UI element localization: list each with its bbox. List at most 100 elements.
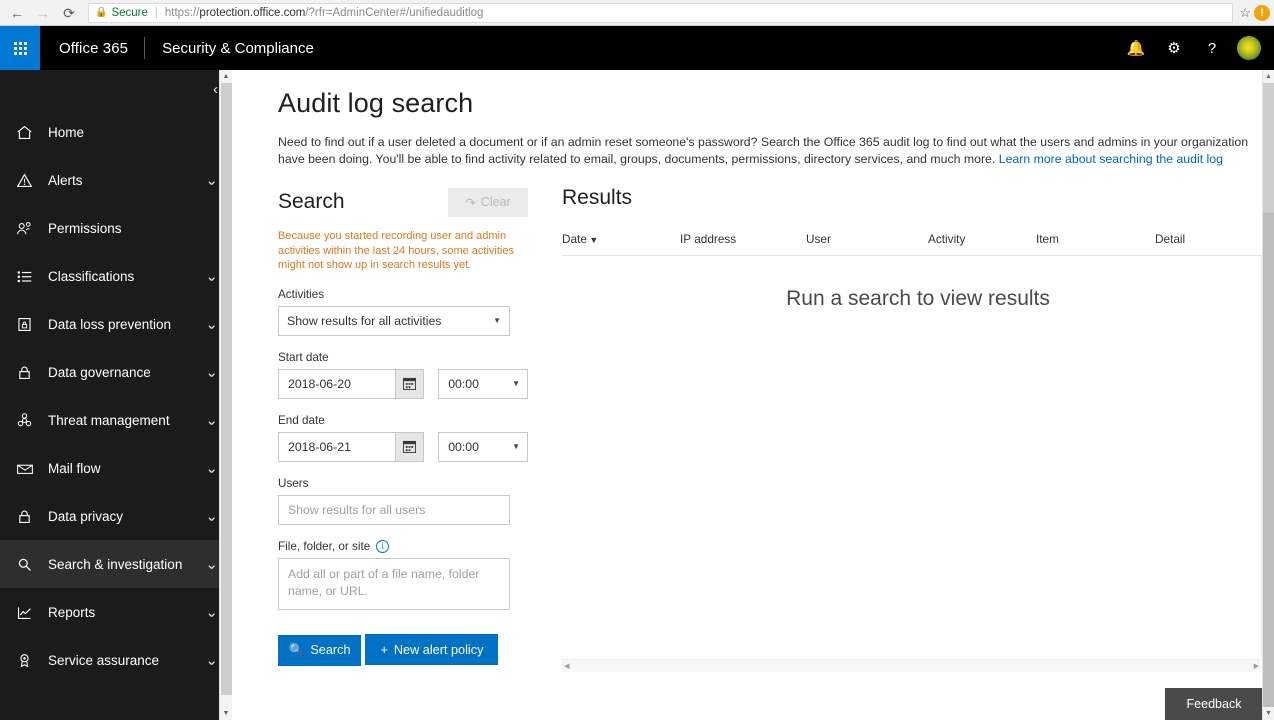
sort-descending-icon[interactable]: ▼ bbox=[587, 235, 598, 245]
results-body: Run a search to view results ▲ ▼ bbox=[562, 256, 1274, 658]
sidebar-item-label: Classifications bbox=[48, 268, 135, 284]
results-column-header-item[interactable]: Item bbox=[1036, 232, 1155, 246]
page-scroll-track[interactable] bbox=[1263, 213, 1274, 707]
end-date-input[interactable]: 2018-06-21 bbox=[278, 431, 396, 462]
notification-bell-icon[interactable]: 🔔 bbox=[1122, 34, 1150, 62]
clear-button[interactable]: ↷ Clear bbox=[448, 187, 528, 217]
sidebar-item-label: Search & investigation bbox=[48, 556, 183, 572]
back-arrow-icon[interactable]: ← bbox=[4, 2, 30, 24]
settings-gear-icon[interactable]: ⚙ bbox=[1160, 34, 1188, 62]
chevron-down-icon[interactable]: ⌄ bbox=[205, 171, 218, 189]
plus-icon: + bbox=[380, 642, 388, 657]
search-button-label: Search bbox=[310, 643, 351, 657]
avatar[interactable] bbox=[1236, 35, 1262, 61]
scroll-down-icon[interactable]: ▼ bbox=[220, 707, 232, 720]
results-column-header-activity[interactable]: Activity bbox=[928, 232, 1036, 246]
sidebar-item-data-governance[interactable]: Data governance ⌄ bbox=[0, 348, 232, 396]
chevron-down-icon[interactable]: ⌄ bbox=[205, 267, 218, 285]
help-icon[interactable]: ? bbox=[1198, 34, 1226, 62]
chevron-down-icon[interactable]: ⌄ bbox=[205, 315, 218, 333]
sidebar-item-service-assurance[interactable]: Service assurance ⌄ bbox=[0, 636, 232, 684]
page-scroll-thumb[interactable] bbox=[1263, 83, 1274, 213]
sidebar-item-label: Service assurance bbox=[48, 652, 160, 668]
column-header-label: Activity bbox=[928, 231, 966, 246]
scroll-down-icon[interactable]: ▼ bbox=[1263, 707, 1274, 720]
calendar-icon[interactable] bbox=[395, 368, 425, 399]
chevron-down-icon[interactable]: ⌄ bbox=[205, 363, 218, 381]
sidebar-item-threat-management[interactable]: Threat management ⌄ bbox=[0, 396, 232, 444]
search-button[interactable]: 🔍 Search bbox=[278, 634, 361, 666]
app-name-label[interactable]: Security & Compliance bbox=[145, 40, 314, 57]
results-column-header-date[interactable]: Date ▼ bbox=[562, 232, 680, 246]
scroll-up-icon[interactable]: ▲ bbox=[220, 70, 232, 83]
reload-icon[interactable]: ⟳ bbox=[56, 2, 82, 24]
scroll-left-icon[interactable]: ◀ bbox=[564, 662, 569, 670]
chevron-down-icon[interactable]: ⌄ bbox=[205, 459, 218, 477]
sidebar-item-data-loss-prevention[interactable]: Data loss prevention ⌄ bbox=[0, 300, 232, 348]
scroll-right-icon[interactable]: ▶ bbox=[1254, 662, 1259, 670]
sidebar-navigation: ‹ Home Alerts ⌄ Permissions Classifications ⌄… bbox=[0, 70, 232, 720]
end-time-select[interactable]: 00:00 ▼ bbox=[438, 431, 528, 462]
chevron-down-icon[interactable]: ⌄ bbox=[205, 555, 218, 573]
alert-badge-icon[interactable]: ! bbox=[1254, 4, 1270, 21]
start-time-value: 00:00 bbox=[448, 376, 479, 391]
file-label-text: File, folder, or site bbox=[278, 539, 371, 553]
sidebar-item-reports[interactable]: Reports ⌄ bbox=[0, 588, 232, 636]
star-icon[interactable]: ☆ bbox=[1239, 5, 1251, 21]
chevron-down-icon[interactable]: ⌄ bbox=[205, 507, 218, 525]
sidebar-scrollbar[interactable]: ▲ ▼ bbox=[219, 70, 232, 720]
url-bar[interactable]: 🔒 Secure | https://protection.office.com… bbox=[88, 2, 1234, 23]
sidebar-item-label: Data privacy bbox=[48, 508, 124, 524]
sidebar-item-permissions[interactable]: Permissions bbox=[0, 204, 232, 252]
start-date-input[interactable]: 2018-06-20 bbox=[278, 368, 396, 399]
chevron-left-icon[interactable]: ‹ bbox=[213, 81, 218, 98]
results-column-header-detail[interactable]: Detail bbox=[1155, 232, 1215, 246]
ribbon-badge-icon bbox=[16, 652, 40, 669]
start-time-select[interactable]: 00:00 ▼ bbox=[438, 368, 528, 399]
results-horizontal-scrollbar[interactable]: ◀ ▶ bbox=[562, 659, 1261, 672]
new-alert-policy-label: New alert policy bbox=[393, 642, 484, 657]
sidebar-scroll-thumb[interactable] bbox=[221, 83, 232, 695]
results-column-header-user[interactable]: User bbox=[806, 232, 928, 246]
results-column-headers: Date ▼ IP address User Activity Item Detail bbox=[562, 222, 1274, 256]
activities-selected-value: Show results for all activities bbox=[287, 313, 442, 328]
forward-arrow-icon[interactable]: → bbox=[30, 2, 56, 24]
activities-select[interactable]: Show results for all activities ▼ bbox=[278, 305, 510, 336]
activities-label: Activities bbox=[278, 288, 528, 301]
users-input[interactable]: Show results for all users bbox=[278, 494, 510, 525]
chevron-down-icon[interactable]: ⌄ bbox=[205, 651, 218, 669]
chevron-down-icon[interactable]: ⌄ bbox=[205, 411, 218, 429]
url-prefix: https:// bbox=[164, 6, 200, 19]
calendar-icon[interactable] bbox=[395, 431, 425, 462]
file-label: File, folder, or site i bbox=[278, 539, 528, 553]
sidebar-item-search-investigation[interactable]: Search & investigation ⌄ bbox=[0, 540, 232, 588]
end-time-value: 00:00 bbox=[448, 439, 479, 454]
chevron-down-icon: ▼ bbox=[512, 379, 520, 388]
chevron-down-icon[interactable]: ⌄ bbox=[205, 603, 218, 621]
envelope-icon bbox=[16, 460, 40, 477]
brand-label[interactable]: Office 365 bbox=[40, 40, 144, 57]
file-folder-site-input[interactable]: Add all or part of a file name, folder n… bbox=[278, 557, 510, 610]
suite-actions: 🔔 ⚙ ? bbox=[1122, 34, 1274, 62]
page-title: Audit log search bbox=[278, 88, 474, 118]
info-icon[interactable]: i bbox=[376, 539, 390, 553]
page-scrollbar[interactable]: ▲ ▼ bbox=[1262, 70, 1274, 720]
app-launcher-icon[interactable] bbox=[0, 26, 40, 70]
learn-more-link[interactable]: Learn more about searching the audit log bbox=[999, 152, 1223, 166]
url-domain: protection.office.com bbox=[199, 6, 306, 19]
lock-icon bbox=[16, 364, 40, 381]
scroll-up-icon[interactable]: ▲ bbox=[1263, 70, 1274, 83]
column-header-label: IP address bbox=[680, 231, 737, 246]
sidebar-item-mail-flow[interactable]: Mail flow ⌄ bbox=[0, 444, 232, 492]
feedback-button[interactable]: Feedback bbox=[1165, 688, 1263, 720]
column-header-label: Date bbox=[562, 231, 587, 246]
sidebar-item-home[interactable]: Home bbox=[0, 108, 232, 156]
chart-line-icon bbox=[16, 604, 40, 621]
results-column-header-ip-address[interactable]: IP address bbox=[680, 232, 806, 246]
sidebar-item-label: Home bbox=[48, 124, 85, 140]
new-alert-policy-button[interactable]: + New alert policy bbox=[365, 634, 499, 665]
sidebar-item-data-privacy[interactable]: Data privacy ⌄ bbox=[0, 492, 232, 540]
sidebar-item-classifications[interactable]: Classifications ⌄ bbox=[0, 252, 232, 300]
sidebar-item-label: Reports bbox=[48, 604, 96, 620]
sidebar-item-alerts[interactable]: Alerts ⌄ bbox=[0, 156, 232, 204]
